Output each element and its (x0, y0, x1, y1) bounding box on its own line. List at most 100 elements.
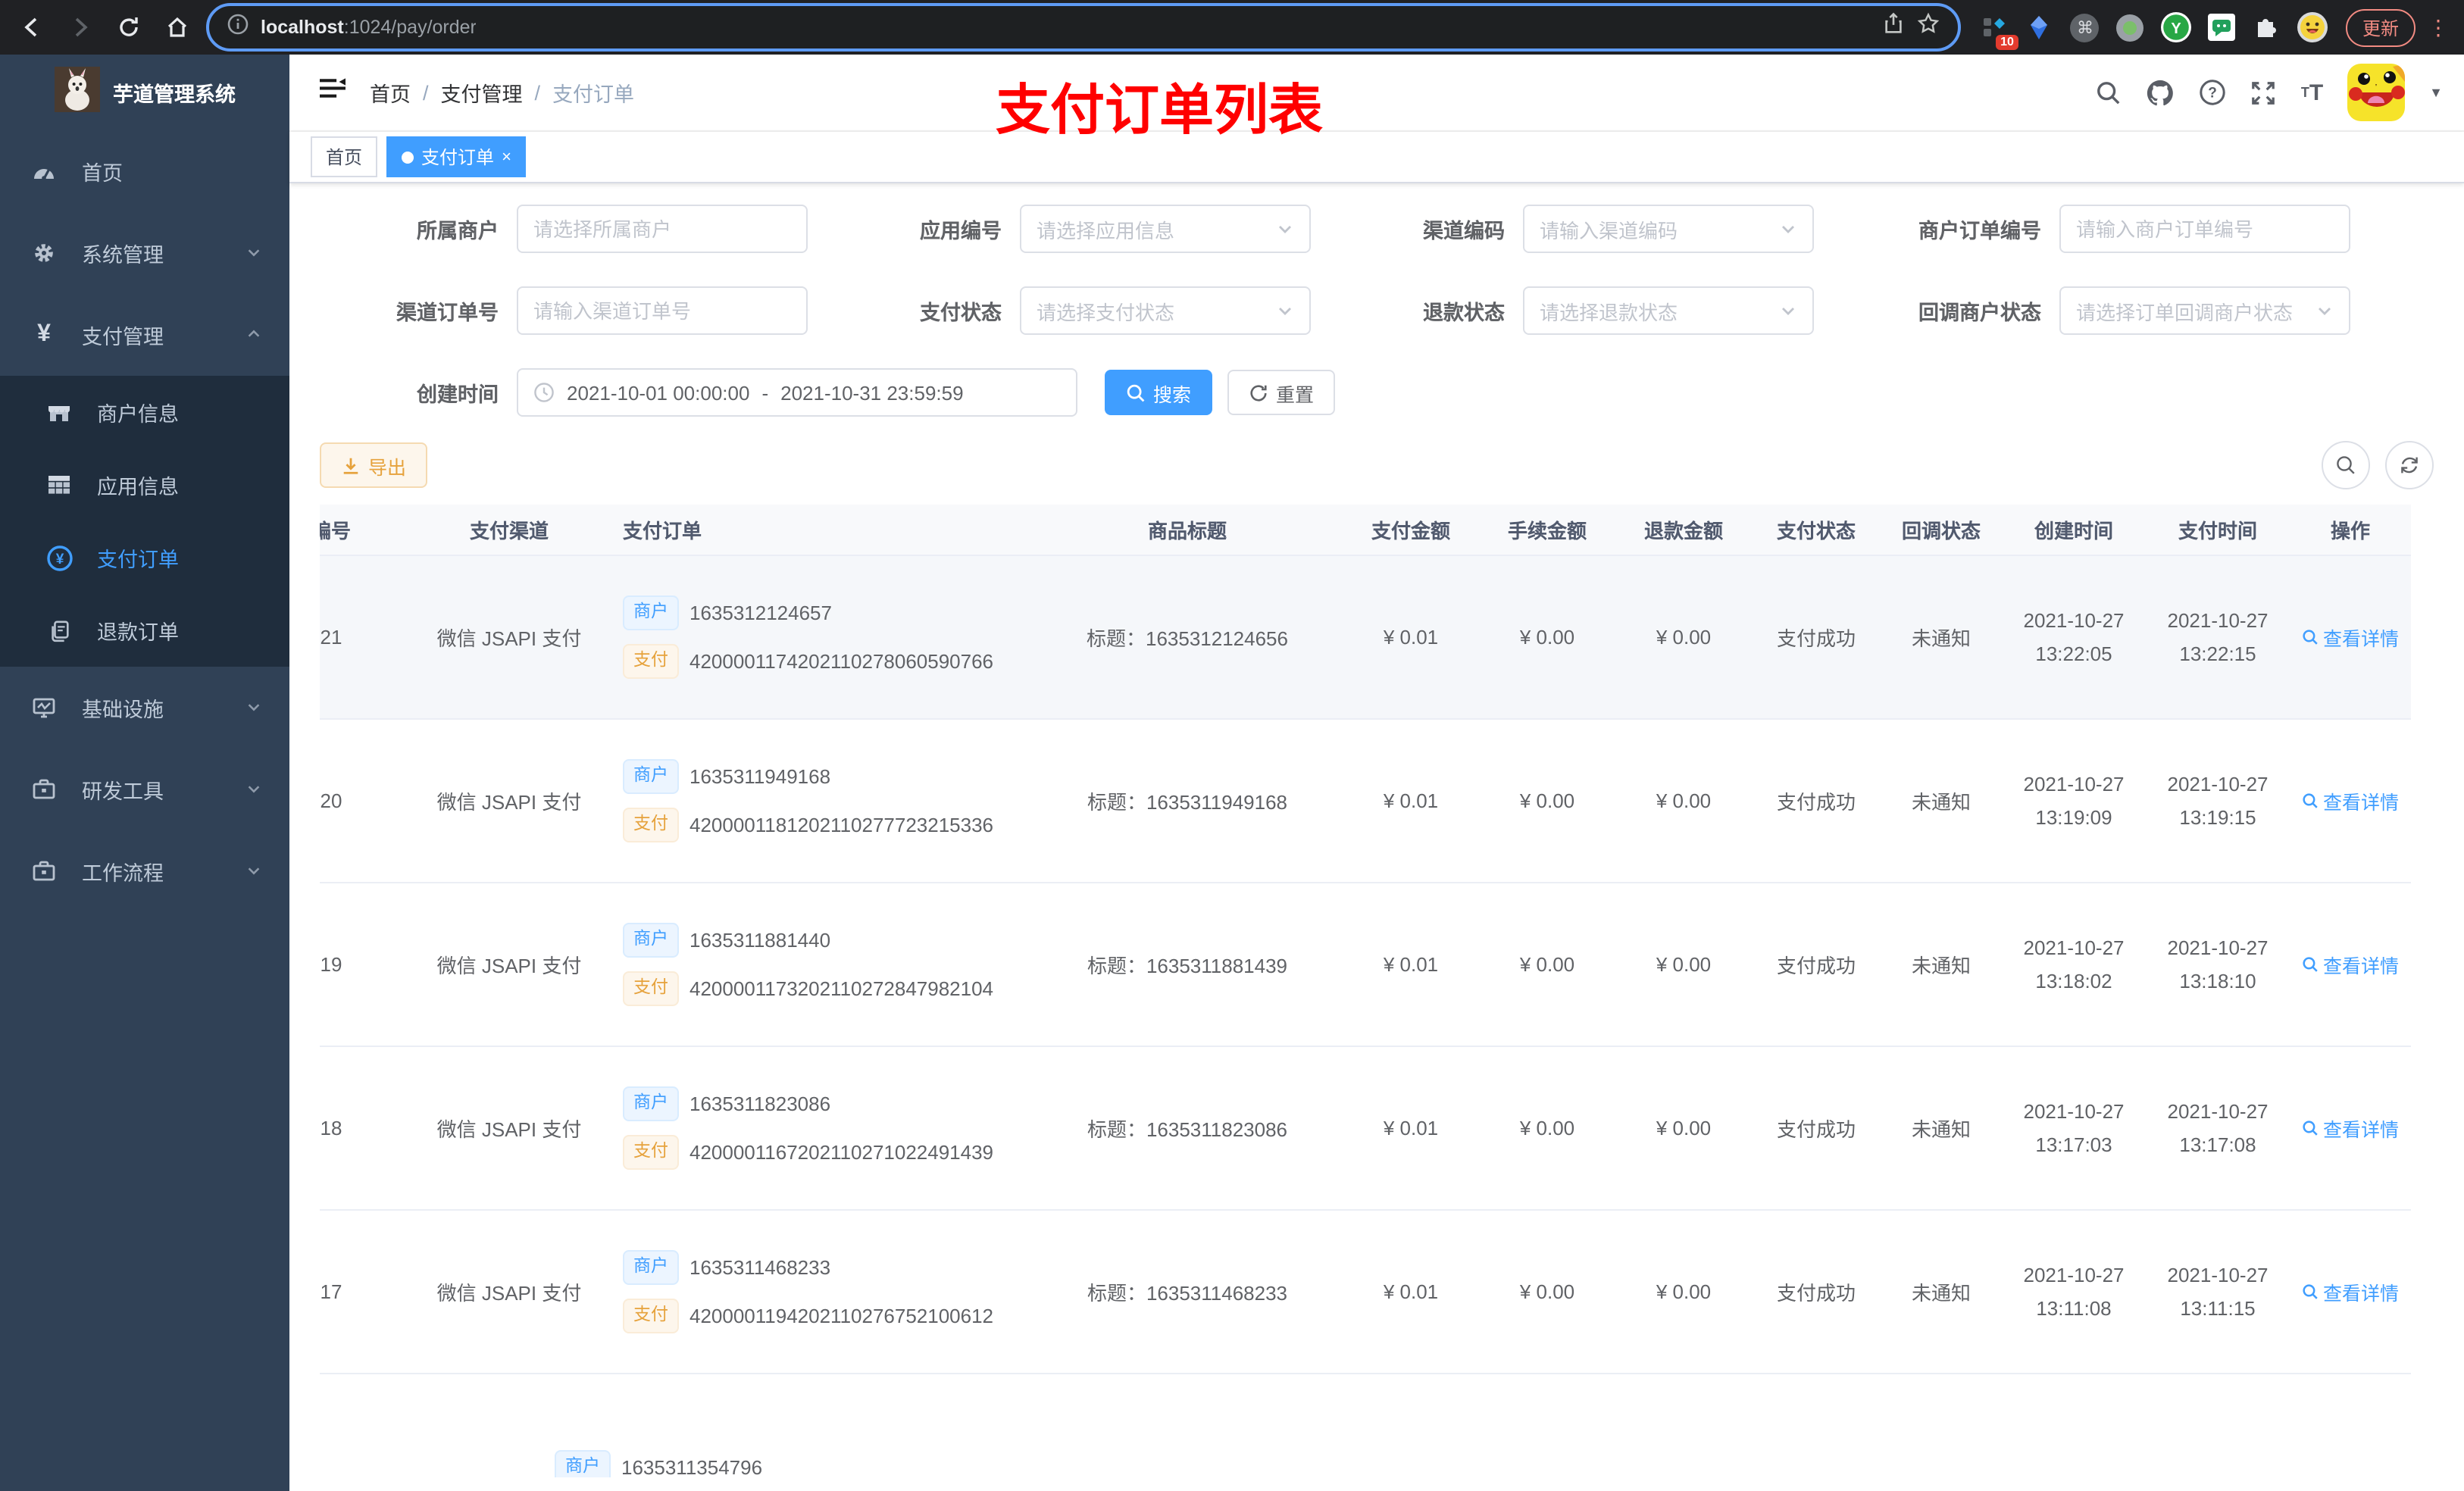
tag-home[interactable]: 首页 (311, 136, 378, 177)
url-text: localhost:1024/pay/order (261, 17, 477, 38)
cell-title: 标题：1635311468233 (1087, 1282, 1288, 1305)
forward-icon[interactable] (61, 8, 100, 47)
gear-icon (27, 241, 61, 265)
info-icon[interactable] (227, 13, 249, 42)
search-icon[interactable] (2097, 80, 2122, 105)
star-icon[interactable] (1917, 12, 1940, 42)
view-detail-link[interactable]: 查看详情 (2302, 950, 2399, 979)
search-icon (2303, 957, 2318, 972)
cell-notify: 未通知 (1911, 1118, 1971, 1141)
sidebar-item-refund-order[interactable]: 退款订单 (0, 594, 289, 667)
home-icon[interactable] (158, 8, 197, 47)
search-button[interactable]: 搜索 (1105, 370, 1213, 415)
breadcrumb-current: 支付订单 (552, 83, 635, 106)
sidebar-item-merchant-info[interactable]: 商户信息 (0, 376, 289, 449)
chevron-down-icon (1279, 308, 1291, 315)
pay-status-select[interactable]: 请选择支付状态 (1020, 286, 1311, 335)
date-end: 2021-10-31 23:59:59 (780, 381, 964, 404)
cell-pay-time: 2021-10-27 13:19:15 (2167, 773, 2269, 828)
hamburger-icon[interactable] (311, 77, 355, 108)
fullscreen-icon[interactable] (2251, 80, 2277, 105)
cell-notify: 未通知 (1911, 955, 1971, 977)
sidebar-item-infra[interactable]: 基础设施 (0, 667, 289, 749)
notify-status-select[interactable]: 请选择订单回调商户状态 (2059, 286, 2350, 335)
monitor-icon (27, 695, 61, 720)
tag-pay-order[interactable]: 支付订单 × (386, 136, 527, 177)
cell-order: 商户 1635311823086 支付 4200001167202110271022… (608, 1086, 1032, 1170)
cell-id: 17 (320, 1280, 342, 1303)
breadcrumb-home[interactable]: 首页 (370, 77, 411, 108)
sidebar-item-system[interactable]: 系统管理 (0, 212, 289, 294)
reset-button[interactable]: 重置 (1227, 370, 1336, 415)
sidebar-item-home[interactable]: 首页 (0, 130, 289, 212)
font-size-icon[interactable]: TT (2301, 80, 2323, 105)
refund-status-select[interactable]: 请选择退款状态 (1523, 286, 1814, 335)
github-icon[interactable] (2147, 78, 2175, 107)
sidebar-item-app-info[interactable]: 应用信息 (0, 449, 289, 521)
documents-icon (42, 619, 76, 642)
refresh-button[interactable] (2385, 441, 2434, 489)
menu-dots-icon[interactable]: ⋮ (2425, 14, 2452, 40)
chevron-down-icon (245, 242, 262, 264)
address-bar[interactable]: localhost:1024/pay/order (206, 3, 1961, 52)
view-detail-link[interactable]: 查看详情 (2302, 1114, 2399, 1142)
y-circle-icon[interactable]: Y (2160, 12, 2191, 42)
pay-tag: 支付 (623, 1135, 679, 1170)
channel-order-no-input[interactable] (517, 286, 808, 335)
caret-down-icon[interactable]: ▼ (2429, 85, 2443, 100)
cell-action: 查看详情 (2290, 950, 2411, 979)
browser-toolbar: localhost:1024/pay/order 10 ⌘ Y 更新 ⋮ (0, 0, 2464, 55)
cell-pay-time: 2021-10-27 13:17:08 (2167, 1100, 2269, 1155)
filter-refund-status: 退款状态 请选择退款状态 (1326, 286, 1829, 335)
app-select[interactable]: 请选择应用信息 (1020, 205, 1311, 253)
cell-order: 商户 1635312124657 支付 4200001174202110278060… (608, 595, 1032, 679)
chat-icon[interactable] (2206, 12, 2237, 42)
viewport: localhost:1024/pay/order 10 ⌘ Y 更新 ⋮ 芋道管… (0, 0, 2464, 1491)
channel-code-select[interactable]: 请输入渠道编码 (1523, 205, 1814, 253)
sidebar-item-dev-tools[interactable]: 研发工具 (0, 749, 289, 830)
sidebar-item-pay-order[interactable]: ¥ 支付订单 (0, 521, 289, 594)
navbar-actions: ? TT ▼ (2097, 64, 2443, 121)
export-button[interactable]: 导出 (320, 442, 428, 488)
chevron-down-icon (2319, 308, 2331, 315)
browser-update-button[interactable]: 更新 (2345, 8, 2416, 46)
view-detail-link[interactable]: 查看详情 (2302, 623, 2399, 652)
cell-fee: ¥ 0.00 (1519, 626, 1575, 649)
table-row: 20 微信 JSAPI 支付 商户 1635311949168 支付 4200001… (320, 720, 2411, 883)
table-row: 17 微信 JSAPI 支付 商户 1635311468233 支付 4200001… (320, 1211, 2411, 1374)
record-icon[interactable] (2115, 12, 2146, 42)
puzzle-icon[interactable] (2252, 12, 2282, 42)
svg-text:¥: ¥ (55, 551, 64, 567)
kite-icon[interactable] (2025, 12, 2055, 42)
cell-order: 商户 1635311468233 支付 4200001194202110276752… (608, 1250, 1032, 1333)
share-icon[interactable] (1882, 12, 1905, 42)
command-icon[interactable]: ⌘ (2070, 12, 2100, 42)
table-actions (2322, 441, 2434, 489)
cell-channel: 微信 JSAPI 支付 (436, 791, 582, 814)
chevron-down-icon (245, 778, 262, 801)
svg-text:Y: Y (2171, 20, 2181, 37)
app-logo[interactable]: 芋道管理系统 (0, 55, 289, 130)
breadcrumb-pay[interactable]: 支付管理 (441, 77, 523, 108)
sidebar-item-workflow[interactable]: 工作流程 (0, 830, 289, 912)
emoji-avatar-icon[interactable] (2297, 12, 2328, 42)
merchant-order-no-input[interactable] (2059, 205, 2350, 253)
view-detail-link[interactable]: 查看详情 (2302, 1277, 2399, 1306)
create-time-range[interactable]: 2021-10-01 00:00:00 - 2021-10-31 23:59:5… (517, 368, 1077, 417)
extension-grid-icon[interactable]: 10 (1979, 12, 2018, 50)
back-icon[interactable] (12, 8, 52, 47)
hide-search-button[interactable] (2322, 441, 2370, 489)
avatar[interactable] (2347, 64, 2406, 121)
sidebar-item-pay[interactable]: ¥ 支付管理 (0, 294, 289, 376)
cell-create-time: 2021-10-27 13:22:05 (2023, 609, 2125, 664)
help-icon[interactable]: ? (2200, 79, 2227, 106)
toolbox-icon (27, 777, 61, 802)
page-annotation-title: 支付订单列表 (996, 79, 1324, 141)
pay-tag: 支付 (623, 1299, 679, 1333)
close-icon[interactable]: × (502, 148, 511, 166)
extension-badge: 10 (1996, 35, 2018, 50)
breadcrumb: 首页 / 支付管理 / 支付订单 (370, 77, 634, 108)
view-detail-link[interactable]: 查看详情 (2302, 786, 2399, 815)
merchant-input[interactable] (517, 205, 808, 253)
reload-icon[interactable] (109, 8, 149, 47)
